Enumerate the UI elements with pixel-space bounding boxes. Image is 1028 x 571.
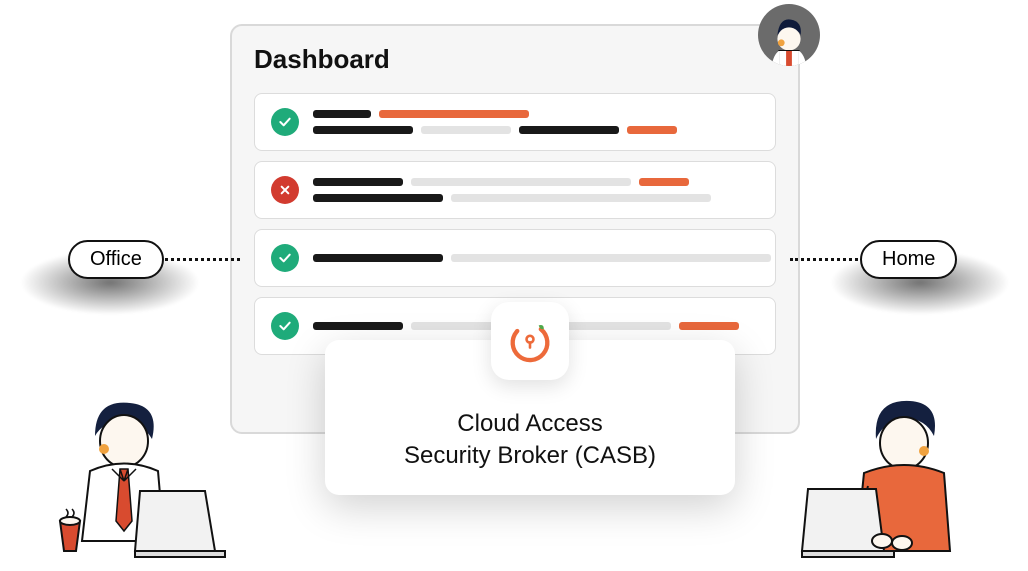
check-icon [271, 244, 299, 272]
row-content [313, 254, 771, 262]
row-content [313, 110, 759, 134]
check-icon [271, 312, 299, 340]
location-pill-home: Home [860, 240, 957, 279]
dashboard-row [254, 229, 776, 287]
pill-label: Office [90, 248, 142, 270]
pill-label: Home [882, 248, 935, 270]
dashboard-row [254, 161, 776, 219]
office-worker-illustration [40, 391, 230, 561]
row-content [313, 178, 759, 202]
page-title: Dashboard [254, 44, 776, 75]
user-avatar-icon [758, 4, 820, 66]
check-icon [271, 108, 299, 136]
casb-card: Cloud Access Security Broker (CASB) [325, 340, 735, 495]
casb-logo-icon [491, 302, 569, 380]
location-pill-office: Office [68, 240, 164, 279]
connector-line [790, 258, 870, 261]
dashboard-row [254, 93, 776, 151]
home-worker-illustration [798, 391, 988, 561]
casb-title-line2: Security Broker (CASB) [349, 440, 711, 472]
cross-icon [271, 176, 299, 204]
connector-line [160, 258, 240, 261]
casb-title: Cloud Access Security Broker (CASB) [349, 408, 711, 473]
casb-title-line1: Cloud Access [349, 408, 711, 440]
